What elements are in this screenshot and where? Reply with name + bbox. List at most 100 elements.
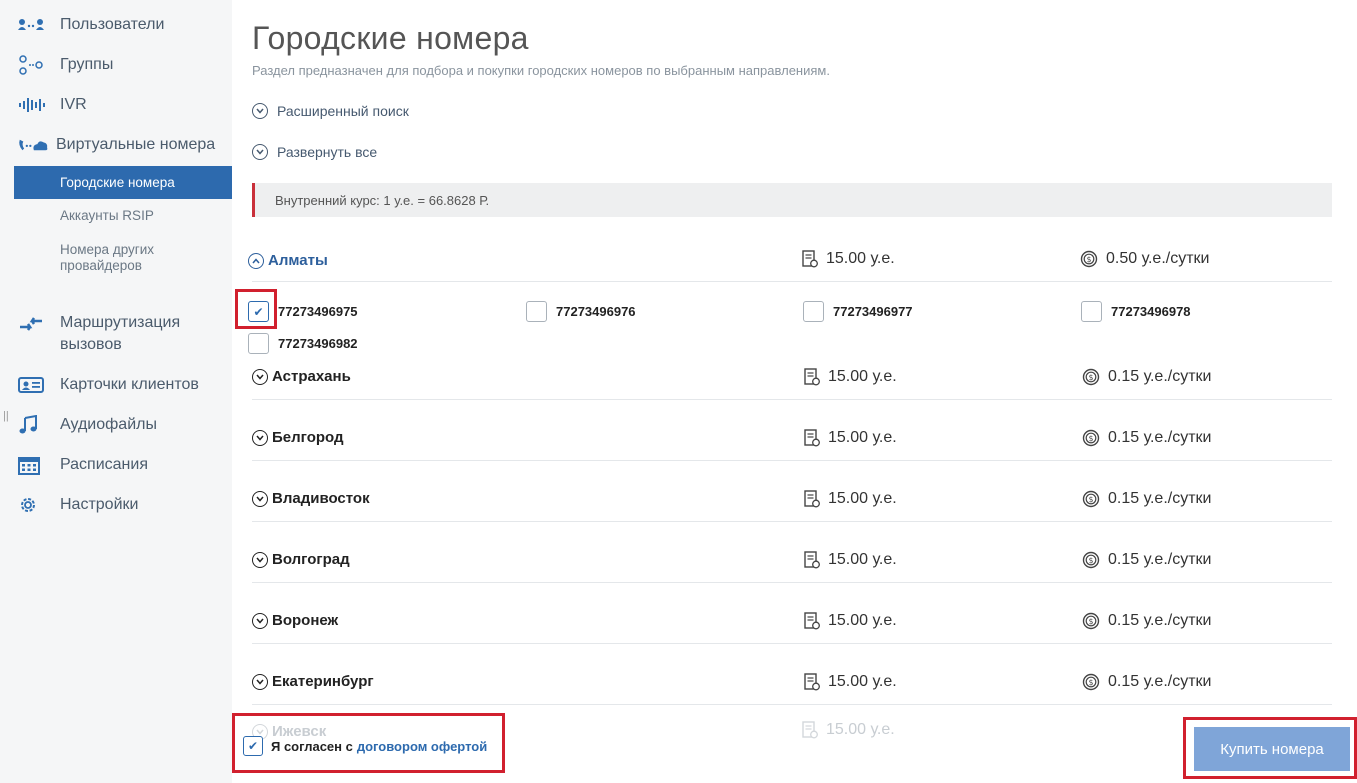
city-price-value: 15.00 у.е. [828, 429, 897, 446]
city-toggle[interactable]: Волгоград [252, 551, 350, 568]
city-daily: $ 0.15 у.е./сутки [1082, 429, 1211, 447]
coin-icon: $ [1082, 490, 1100, 508]
sidebar-item-label: Пользователи [60, 16, 165, 33]
city-row[interactable]: Астрахань 15.00 у.е. $ 0.15 у.е./сутки [252, 360, 1332, 400]
chevron-down-icon [252, 429, 268, 446]
virtual-numbers-icon [18, 136, 48, 154]
city-daily: $ 0.15 у.е./сутки [1082, 673, 1211, 691]
price-tag-icon [804, 368, 820, 386]
svg-text:$: $ [1089, 556, 1094, 565]
sidebar-item-schedules[interactable]: Расписания [18, 454, 148, 476]
coin-icon: $ [1082, 368, 1100, 386]
number-checkbox[interactable] [1081, 301, 1102, 322]
price-tag-icon [804, 429, 820, 447]
sidebar-item-groups[interactable]: Группы [18, 54, 113, 76]
city-price-value: 15.00 у.е. [828, 612, 897, 629]
city-daily-value: 0.15 у.е./сутки [1108, 490, 1212, 507]
city-row-almaty[interactable]: Алматы 15.00 у.е. $ 0.50 у.е./сутки [248, 242, 1332, 282]
price-tag-icon [804, 490, 820, 508]
number-option[interactable]: 77273496977 [803, 301, 913, 322]
svg-text:$: $ [1089, 373, 1094, 382]
city-price: 15.00 у.е. [804, 612, 897, 630]
price-tag-icon [804, 551, 820, 569]
number-option[interactable]: 77273496978 [1081, 301, 1191, 322]
city-row[interactable]: Воронеж 15.00 у.е. $ 0.15 у.е./сутки [252, 604, 1332, 644]
city-price-value: 15.00 у.е. [828, 551, 897, 568]
city-price: 15.00 у.е. [804, 551, 897, 569]
number-value: 77273496982 [278, 336, 358, 351]
chevron-down-icon [252, 490, 268, 507]
city-daily-value: 0.15 у.е./сутки [1108, 612, 1212, 629]
city-name: Воронеж [272, 612, 339, 629]
city-price-value: 15.00 у.е. [826, 721, 895, 738]
price-tag-icon [804, 612, 820, 630]
sidebar-subitem-rsip-accounts[interactable]: Аккаунты RSIP [14, 208, 232, 224]
chevron-down-icon [252, 551, 268, 568]
sidebar-item-label: Группы [60, 56, 114, 73]
city-price-value: 15.00 у.е. [828, 490, 897, 507]
city-daily: $ 0.50 у.е./сутки [1080, 250, 1209, 268]
gear-icon [18, 495, 48, 515]
sidebar-subitem-city-numbers[interactable]: Городские номера [14, 166, 232, 199]
city-daily-value: 0.15 у.е./сутки [1108, 368, 1212, 385]
city-daily: $ 0.15 у.е./сутки [1082, 368, 1211, 386]
city-toggle[interactable]: Белгород [252, 429, 344, 446]
sidebar-item-ivr[interactable]: IVR [18, 94, 87, 116]
number-option[interactable]: 77273496982 [248, 333, 358, 354]
number-option[interactable]: 77273496976 [526, 301, 636, 322]
client-card-icon [18, 377, 48, 393]
sidebar-resize-handle[interactable]: || [3, 410, 9, 422]
sidebar: || Пользователи Группы IVR Виртуальные н… [0, 0, 232, 783]
advanced-search-label: Расширенный поиск [277, 103, 409, 119]
svg-text:$: $ [1089, 495, 1094, 504]
number-value: 77273496978 [1111, 304, 1191, 319]
city-daily-value: 0.15 у.е./сутки [1108, 429, 1212, 446]
number-value: 77273496975 [278, 304, 358, 319]
city-toggle[interactable]: Владивосток [252, 490, 370, 507]
city-toggle[interactable]: Екатеринбург [252, 673, 374, 690]
sidebar-item-virtual-numbers[interactable]: Виртуальные номера [18, 134, 215, 156]
sidebar-item-label: Маршрутизация вызовов [60, 314, 181, 353]
expand-all-toggle[interactable]: Развернуть все [252, 144, 377, 160]
groups-icon [18, 55, 48, 75]
coin-icon: $ [1082, 612, 1100, 630]
price-tag-icon [804, 673, 820, 691]
number-checkbox[interactable] [526, 301, 547, 322]
coin-icon: $ [1082, 673, 1100, 691]
ivr-icon [18, 97, 48, 113]
sidebar-item-users[interactable]: Пользователи [18, 14, 164, 36]
city-price-value: 15.00 у.е. [826, 250, 895, 267]
city-price: 15.00 у.е. [804, 429, 897, 447]
city-row[interactable]: Белгород 15.00 у.е. $ 0.15 у.е./сутки [252, 421, 1332, 461]
sidebar-item-audio-files[interactable]: Аудиофайлы [18, 414, 157, 436]
city-row[interactable]: Владивосток 15.00 у.е. $ 0.15 у.е./сутки [252, 482, 1332, 522]
city-daily-value: 0.15 у.е./сутки [1108, 673, 1212, 690]
city-row[interactable]: Екатеринбург 15.00 у.е. $ 0.15 у.е./сутк… [252, 665, 1332, 705]
number-checkbox[interactable] [248, 333, 269, 354]
city-name: Екатеринбург [272, 673, 374, 690]
chevron-down-icon [252, 673, 268, 690]
sidebar-subitem-other-providers[interactable]: Номера других провайдеров [14, 242, 214, 274]
advanced-search-toggle[interactable]: Расширенный поиск [252, 103, 409, 119]
city-daily-value: 0.50 у.е./сутки [1106, 250, 1210, 267]
city-price-value: 15.00 у.е. [828, 673, 897, 690]
city-name: Волгоград [272, 551, 350, 568]
sidebar-item-settings[interactable]: Настройки [18, 494, 138, 516]
number-checkbox[interactable] [803, 301, 824, 322]
city-name: Астрахань [272, 368, 351, 385]
sidebar-item-client-cards[interactable]: Карточки клиентов [18, 374, 199, 396]
sidebar-item-label: Виртуальные номера [56, 136, 216, 153]
exchange-rate-text: Внутренний курс: 1 у.е. = 66.8628 Р. [275, 192, 490, 208]
number-value: 77273496976 [556, 304, 636, 319]
city-daily: $ 0.15 у.е./сутки [1082, 551, 1211, 569]
city-toggle[interactable]: Воронеж [252, 612, 338, 629]
sidebar-item-call-routing[interactable]: Маршрутизация вызовов [18, 312, 200, 356]
city-row[interactable]: Волгоград 15.00 у.е. $ 0.15 у.е./сутки [252, 543, 1332, 583]
coin-icon: $ [1082, 551, 1100, 569]
svg-text:$: $ [1089, 678, 1094, 687]
city-toggle[interactable]: Астрахань [252, 368, 351, 385]
city-toggle[interactable]: Алматы [248, 252, 328, 269]
svg-text:$: $ [1087, 255, 1092, 264]
expand-all-label: Развернуть все [277, 144, 378, 160]
city-daily: $ 0.15 у.е./сутки [1082, 612, 1211, 630]
